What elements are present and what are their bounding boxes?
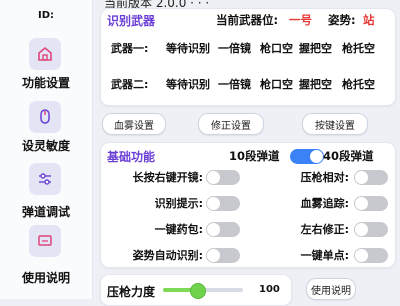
manual-button[interactable]: 使用说明 (306, 278, 356, 300)
weapon-row-name: 武器二: (111, 78, 149, 91)
recoil-strength-value: 100 (259, 284, 280, 295)
monitor-icon (29, 225, 61, 257)
weapon-cell: 枪托空 (342, 78, 375, 91)
sidebar-item-label: 功能设置 (21, 76, 70, 90)
current-slot-value: 一号 (289, 13, 312, 27)
hold-right-scope-toggle[interactable] (206, 170, 240, 185)
recoil-strength-card: 压枪力度 100 (100, 274, 292, 306)
mode-10-label: 10段弹道 (229, 149, 280, 163)
toggle-label: 一键药包: (154, 223, 203, 236)
toggle-label: 姿势自动识别: (132, 249, 203, 262)
weapon-card-title: 识别武器 (107, 14, 156, 28)
recoil-strength-slider[interactable] (163, 283, 243, 299)
ballistics-mode-toggle[interactable] (290, 149, 324, 164)
toggle-label: 长按右键开镜: (132, 171, 203, 184)
weapon-cell: 一倍镜 (218, 78, 251, 91)
sliders-icon (29, 163, 61, 195)
toggle-label: 左右修正: (300, 223, 349, 236)
one-key-single-shot-toggle[interactable] (354, 248, 388, 263)
home-icon (29, 38, 61, 70)
weapon-cell: 枪托空 (342, 42, 375, 55)
weapon-cell: 枪口空 (260, 78, 293, 91)
weapon-cell: 等待识别 (166, 42, 210, 55)
toggle-label: 压枪相对: (300, 171, 349, 184)
stance-value: 站 (363, 13, 375, 27)
recognition-tip-toggle[interactable] (206, 196, 240, 211)
weapon-cell: 一倍镜 (218, 42, 251, 55)
correction-settings-button[interactable]: 修正设置 (198, 113, 264, 135)
current-slot-label: 当前武器位: (216, 13, 279, 27)
auto-stance-toggle[interactable] (206, 248, 240, 263)
toggle-label: 血雾追踪: (300, 197, 349, 210)
keybind-settings-button[interactable]: 按键设置 (302, 113, 368, 135)
main-panel: 当前版本 2.0.0 · · · 识别武器 当前武器位: 一号 姿势: 站 武器… (94, 0, 400, 306)
sidebar: ID: 功能设置 设灵敏度 弹道调试 使用说明 (0, 0, 93, 299)
mouse-icon (29, 101, 61, 133)
sidebar-item-label: 使用说明 (21, 271, 70, 285)
relative-recoil-toggle[interactable] (354, 170, 388, 185)
weapon-row-name: 武器一: (111, 42, 149, 55)
mode-40-label: 40段弹道 (323, 149, 374, 163)
blood-fog-settings-button[interactable]: 血雾设置 (102, 113, 166, 135)
basic-functions-card: 基础功能 10段弹道 40段弹道 长按右键开镜: 识别提示: 一键药包: 姿势自… (100, 142, 396, 268)
weapon-cell: 握把空 (299, 78, 332, 91)
recoil-strength-label: 压枪力度 (107, 285, 156, 299)
toggle-label: 识别提示: (154, 197, 203, 210)
basic-functions-title: 基础功能 (107, 150, 156, 164)
toggle-label: 一键单点: (300, 249, 349, 262)
weapon-card: 识别武器 当前武器位: 一号 姿势: 站 武器一: 等待识别 一倍镜 枪口空 握… (100, 8, 396, 106)
sidebar-item-label: 设灵敏度 (21, 139, 70, 153)
weapon-cell: 等待识别 (166, 78, 210, 91)
weapon-cell: 握把空 (299, 42, 332, 55)
one-key-medkit-toggle[interactable] (206, 222, 240, 237)
id-label: ID: (37, 10, 55, 21)
sidebar-item-label: 弹道调试 (21, 205, 70, 219)
blood-fog-tracking-toggle[interactable] (354, 196, 388, 211)
slider-thumb[interactable] (189, 283, 206, 299)
weapon-cell: 枪口空 (260, 42, 293, 55)
left-right-correction-toggle[interactable] (354, 222, 388, 237)
stance-label: 姿势: (328, 13, 356, 27)
